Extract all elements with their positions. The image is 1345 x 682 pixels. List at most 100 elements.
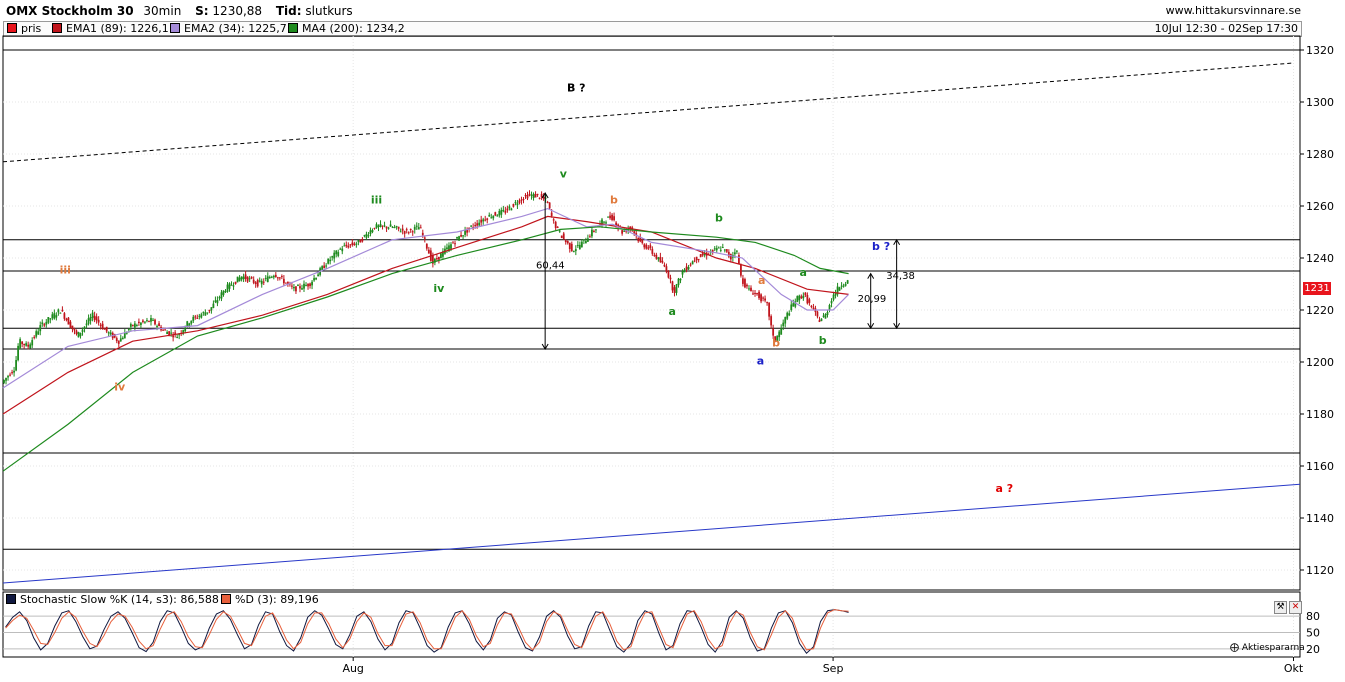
candle-body [844,283,847,286]
y-tick-label: 1220 [1306,304,1334,317]
candle-body [405,229,408,231]
candle-body [395,226,398,228]
candle-body [131,324,134,326]
candle-body [234,281,237,284]
candle-body [802,295,805,299]
candle-body [655,254,658,259]
stoch-d-line [5,609,849,651]
candle-body [327,258,330,264]
candle-body [838,287,841,291]
candle-body [73,328,76,331]
candle-body [293,287,295,289]
candle-body [417,227,420,230]
measure-label: 20,99 [858,294,887,305]
candle-body [37,331,40,335]
candle-body [480,219,483,223]
candle-body [55,315,58,318]
y-tick-label: 1180 [1306,408,1334,421]
candle-body [701,253,704,256]
candle-body [129,324,132,327]
candle-body [174,332,177,334]
candle-body [589,236,591,238]
candle-body [446,247,448,250]
candle-body [81,329,84,332]
candle-body [311,281,313,286]
candle-body [343,245,346,247]
candle-body [250,277,253,279]
candle-body [208,309,211,312]
candle-body [411,231,414,233]
brand-watermark: ⨁ Aktiespararna [1230,643,1305,653]
candle-body [379,224,382,227]
candle-body [89,316,92,321]
chart-canvas: 1120 1140 1160 1180 1200 1220 1240 1260 1280 1300… [2,35,1334,675]
candle-body [383,225,386,227]
candle-body [335,250,338,255]
candle-body [637,237,640,242]
candle-body [454,243,456,245]
candle-body [144,321,146,323]
candle-body [59,312,62,314]
candle-body [226,284,229,292]
candle-body [580,241,583,248]
candle-body [206,312,209,314]
candle-body [307,283,309,287]
legend-label-stoch-k: Stochastic Slow %K (14, s3): 86,588 [20,593,219,606]
candle-body [711,249,714,252]
candle-body [810,305,813,307]
close-icon[interactable]: ✕ [1289,601,1302,614]
candle-body [582,239,585,241]
candle-body [474,225,477,227]
candle-body [562,233,565,239]
candle-body [325,265,328,267]
candle-body [766,302,768,304]
candle-body [21,341,24,345]
y-tick-label: 1300 [1306,96,1334,109]
candle-body [425,243,428,249]
candle-body [641,239,644,244]
candle-body [566,240,569,244]
wrench-icon[interactable]: ⚒ [1274,601,1287,614]
wave-label: v [560,167,568,180]
candle-body [85,323,88,326]
candle-body [824,314,827,319]
candle-body [101,323,104,330]
candle-body [11,372,13,374]
x-tick-label: Aug [342,662,363,675]
candle-body [150,318,152,322]
wave-label: b [772,336,780,349]
candle-body [230,284,233,286]
candle-body [115,338,118,342]
candle-body [550,212,553,216]
candle-body [204,312,207,316]
candle-body [733,252,736,255]
candle-body [170,332,173,334]
candle-body [13,370,15,373]
candle-body [192,316,195,321]
candle-body [524,195,527,197]
candle-body [95,316,98,321]
candle-body [377,225,380,227]
wave-label: iii [60,264,71,277]
candle-body [107,332,110,334]
candle-body [703,254,706,256]
candle-body [79,332,82,337]
candle-body [470,225,473,227]
candle-body [363,235,366,237]
candle-body [552,219,555,221]
candle-body [564,240,567,243]
candle-body [31,340,34,346]
candle-body [744,279,746,288]
candle-body [138,321,140,323]
candle-body [186,321,189,327]
candle-body [71,325,74,330]
candle-body [568,242,571,249]
candle-body [591,229,593,237]
candle-body [526,194,529,199]
candle-body [556,226,559,228]
candle-body [172,335,175,338]
candle-body [347,245,350,248]
measure-label: 60,44 [536,260,565,271]
candle-body [514,202,517,204]
wave-label: a [758,274,765,287]
